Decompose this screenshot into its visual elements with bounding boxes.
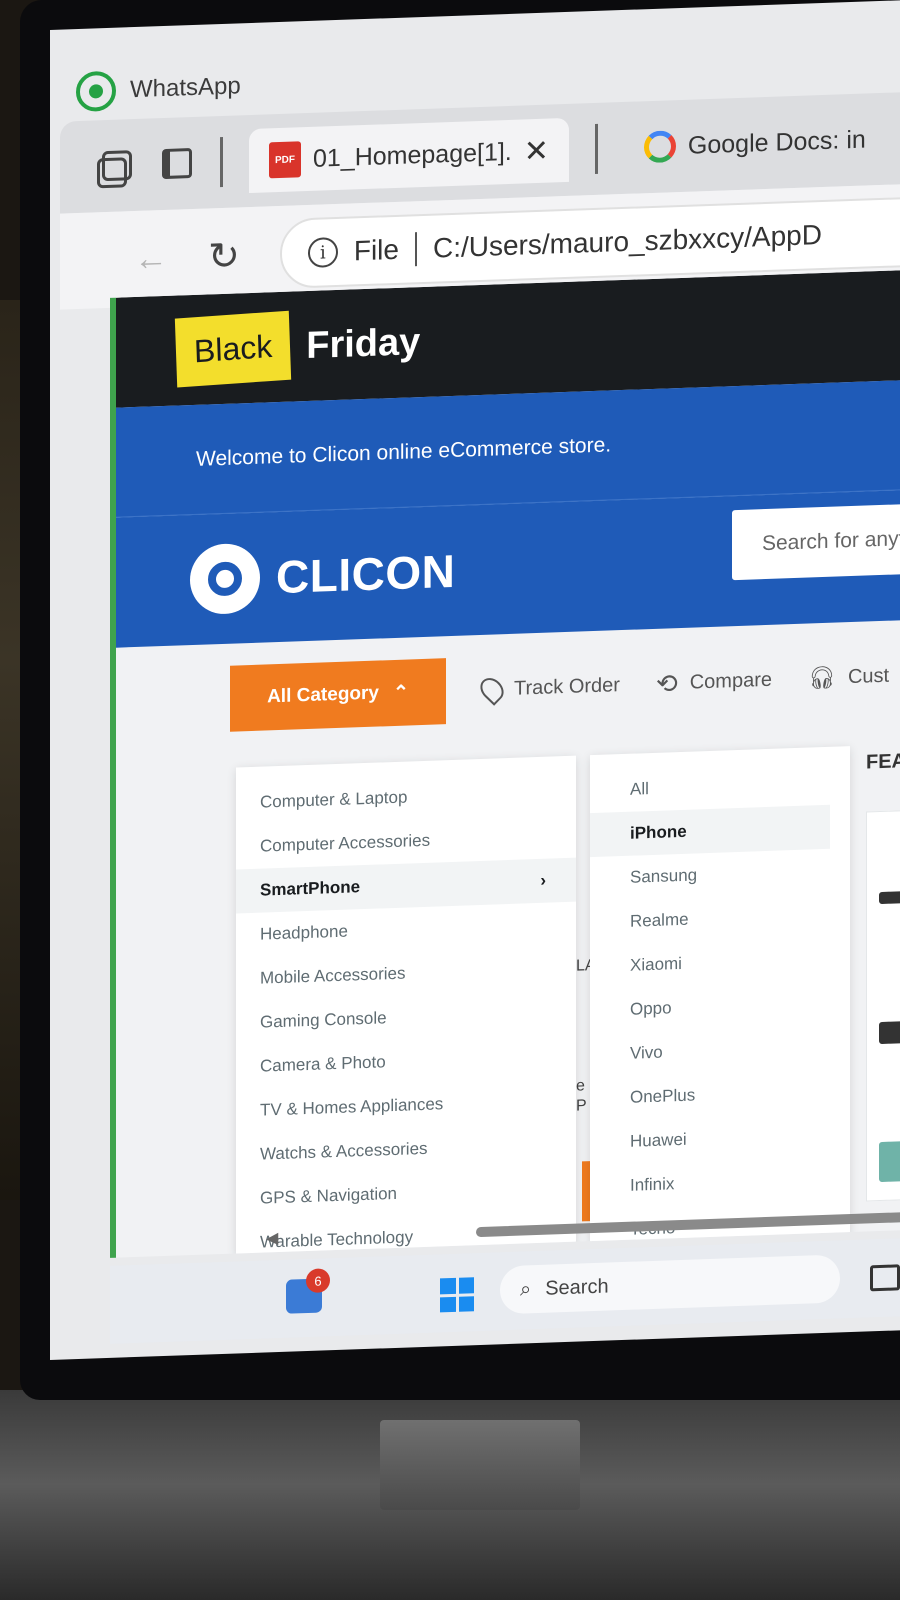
all-category-label: All Category — [267, 682, 379, 708]
product-thumbnail — [879, 1020, 900, 1045]
pdf-icon: PDF — [269, 141, 301, 179]
taskbar-search[interactable]: ⌕ Search — [500, 1254, 840, 1315]
tab-divider — [220, 136, 223, 188]
customer-support-label: Cust — [847, 664, 890, 688]
url-divider — [414, 232, 417, 267]
url-text: C:/Users/mauro_szbxxcy/AppD — [432, 219, 822, 264]
search-input[interactable]: Search for anyt — [732, 502, 900, 581]
customer-support-link[interactable]: 🎧︎ Cust — [808, 663, 889, 692]
headphones-icon: 🎧︎ — [808, 664, 836, 691]
notification-badge: 6 — [306, 1268, 330, 1294]
featured-heading: FEA — [866, 750, 900, 774]
tab-title: Google Docs: in — [687, 125, 866, 160]
category-label: GPS & Navigation — [260, 1183, 398, 1208]
scroll-left-icon[interactable]: ◀ — [266, 1228, 278, 1248]
category-label: Warable Technology — [260, 1227, 414, 1252]
tab-homepage-pdf[interactable]: PDF 01_Homepage[1]. ✕ — [249, 117, 569, 194]
category-label: TV & Homes Appliances — [260, 1094, 444, 1120]
track-order-label: Track Order — [514, 673, 620, 700]
reload-icon[interactable]: ↻ — [208, 233, 240, 279]
promo-tag: Black — [174, 310, 292, 388]
category-label: SmartPhone — [260, 877, 361, 900]
close-tab-icon[interactable]: ✕ — [524, 133, 549, 169]
category-label: Gaming Console — [260, 1008, 387, 1032]
laptop-bezel: WhatsApp PDF 01_Homepage[1]. ✕ Google Do… — [20, 0, 900, 1400]
laptop-hinge — [380, 1420, 580, 1510]
back-arrow-icon[interactable]: ← — [134, 238, 168, 278]
brand-submenu: All iPhone Sansung Realme Xiaomi Oppo Vi… — [590, 746, 850, 1246]
category-label: Computer Accessories — [260, 830, 431, 856]
category-label: Mobile Accessories — [260, 963, 406, 988]
tab-google-docs[interactable]: Google Docs: in — [624, 107, 886, 180]
workspaces-icon — [102, 150, 132, 182]
url-scheme-label: File — [353, 233, 399, 267]
background-text-fragment: e — [576, 1077, 585, 1095]
location-pin-icon — [475, 673, 509, 706]
task-view-icon[interactable] — [870, 1264, 900, 1292]
tab-actions-button[interactable] — [160, 146, 194, 181]
track-order-link[interactable]: Track Order — [475, 672, 620, 706]
whatsapp-icon — [76, 70, 116, 113]
all-category-button[interactable]: All Category ⌃ — [230, 658, 446, 732]
category-label: Headphone — [260, 921, 348, 944]
background-text-fragment: P — [576, 1097, 587, 1115]
compare-label: Compare — [689, 668, 772, 694]
workspaces-button[interactable] — [100, 148, 134, 183]
taskbar-search-label: Search — [545, 1274, 609, 1300]
featured-product-card[interactable] — [866, 809, 900, 1202]
product-thumbnail — [879, 1140, 900, 1183]
tab-title: 01_Homepage[1]. — [313, 137, 512, 173]
search-icon: ⌕ — [520, 1277, 532, 1301]
tab-divider — [594, 123, 598, 174]
category-dropdown: Computer & Laptop Computer Accessories S… — [236, 755, 576, 1258]
background-banner-strip — [582, 1161, 590, 1222]
whatsapp-label: WhatsApp — [130, 72, 241, 104]
category-label: Camera & Photo — [260, 1052, 386, 1076]
compare-link[interactable]: ⟲ Compare — [656, 664, 772, 699]
tab-actions-icon — [162, 148, 192, 180]
web-page: Black Friday Welcome to Clicon online eC… — [110, 269, 900, 1258]
brand-name[interactable]: CLICON — [276, 544, 455, 604]
windows-start-icon[interactable] — [440, 1277, 474, 1313]
chevron-right-icon: › — [540, 870, 546, 890]
category-label: Computer & Laptop — [260, 787, 408, 812]
promo-text: Friday — [306, 320, 421, 367]
screen: WhatsApp PDF 01_Homepage[1]. ✕ Google Do… — [50, 0, 900, 1361]
chevron-up-icon: ⌃ — [393, 681, 409, 704]
category-label: Watchs & Accessories — [260, 1138, 428, 1164]
brand-bar: CLICON Search for anyt — [116, 489, 900, 648]
google-icon — [643, 130, 676, 164]
clicon-logo-icon[interactable] — [190, 542, 260, 616]
info-icon[interactable]: i — [307, 236, 338, 268]
product-thumbnail — [879, 890, 900, 905]
compare-arrows-icon: ⟲ — [655, 667, 678, 699]
